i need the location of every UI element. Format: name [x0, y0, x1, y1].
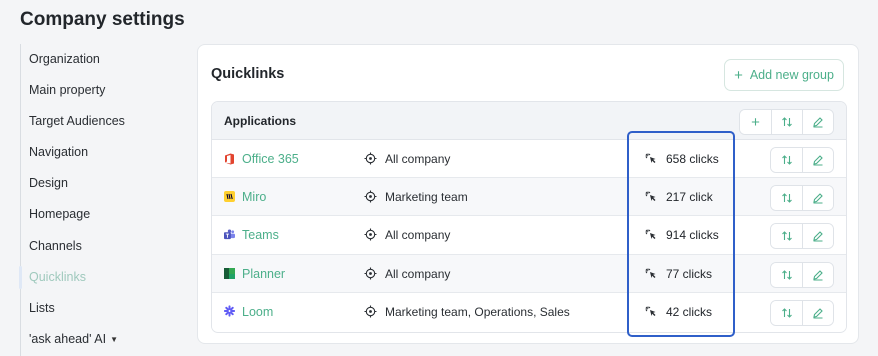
click-count: 658 clicks [666, 152, 719, 166]
edit-group-button[interactable] [802, 110, 833, 134]
pencil-icon [813, 193, 823, 204]
add-group-label: Add new group [749, 68, 834, 82]
sidebar-item-homepage[interactable]: Homepage [21, 199, 170, 230]
sidebar-item-ask-ahead-ai[interactable]: 'ask ahead' AI ▼ [21, 324, 170, 355]
sidebar-item-navigation[interactable]: Navigation [21, 137, 170, 168]
sort-arrows-icon [781, 269, 792, 280]
sidebar-item-label: Main property [29, 83, 106, 98]
add-link-button[interactable]: + [740, 110, 771, 134]
reorder-link-button[interactable] [771, 300, 802, 325]
target-icon [364, 267, 377, 280]
row-actions [770, 147, 834, 173]
click-icon [645, 229, 656, 240]
teams-icon [224, 229, 235, 240]
table-row: Office 365 All company 658 clicks [212, 140, 846, 179]
sidebar-item-quicklinks[interactable]: Quicklinks [19, 262, 170, 293]
group-actions: + [739, 109, 834, 135]
click-icon [645, 268, 656, 278]
reorder-group-button[interactable] [771, 110, 802, 134]
sidebar-item-label: Channels [29, 238, 82, 253]
sort-arrows-icon [782, 117, 792, 127]
group-header: Applications + [212, 102, 846, 140]
pencil-icon [813, 307, 823, 319]
app-link[interactable]: Office 365 [242, 152, 299, 166]
add-new-group-button[interactable]: + Add new group [724, 59, 844, 91]
sidebar-item-main-property[interactable]: Main property [21, 75, 170, 106]
click-count: 914 clicks [666, 228, 719, 243]
sidebar-item-design[interactable]: Design [21, 168, 170, 199]
audience-label: Marketing team, Operations, Sales [385, 304, 570, 319]
app-link[interactable]: Miro [242, 190, 266, 204]
row-actions [770, 299, 834, 326]
sidebar-item-organization[interactable]: Organization [21, 44, 170, 75]
quicklinks-group-table: Applications + Office 365 All company 65… [211, 101, 847, 333]
click-count: 42 clicks [666, 304, 713, 319]
click-icon [645, 153, 656, 163]
table-row: Miro Marketing team 217 click [212, 178, 846, 217]
click-count: 217 click [666, 190, 713, 205]
table-row: Loom Marketing team, Operations, Sales 4… [212, 292, 846, 331]
plus-icon: + [751, 113, 760, 131]
edit-link-button[interactable] [802, 186, 833, 211]
reorder-link-button[interactable] [771, 148, 802, 172]
click-count: 77 clicks [666, 266, 713, 281]
reorder-link-button[interactable] [771, 186, 802, 211]
sidebar-item-label: Organization [29, 52, 100, 66]
pencil-icon [813, 155, 823, 166]
app-link[interactable]: Loom [242, 305, 273, 319]
pencil-icon [813, 117, 823, 128]
miro-icon [224, 191, 235, 203]
group-name: Applications [224, 114, 297, 128]
quicklinks-title: Quicklinks [211, 66, 285, 82]
loom-icon [224, 305, 235, 317]
app-link[interactable]: Teams [242, 228, 279, 242]
target-icon [364, 228, 377, 241]
audience-label: Marketing team [385, 190, 468, 205]
edit-link-button[interactable] [802, 300, 833, 325]
sidebar-item-target-audiences[interactable]: Target Audiences [21, 106, 170, 137]
audience-label: All company [385, 228, 451, 243]
sidebar-item-lists[interactable]: Lists [21, 293, 170, 324]
sidebar-item-label: Target Audiences [29, 114, 125, 129]
target-icon [364, 152, 377, 165]
sort-arrows-icon [781, 231, 792, 242]
settings-sidebar: Organization Main property Target Audien… [19, 44, 170, 356]
sidebar-item-label: Design [29, 176, 68, 191]
row-actions [770, 223, 834, 250]
caret-down-icon: ▼ [110, 335, 118, 345]
table-row: Planner All company 77 clicks [212, 254, 846, 293]
reorder-link-button[interactable] [771, 224, 802, 249]
sidebar-item-label: Navigation [29, 145, 89, 160]
audience-label: All company [385, 152, 451, 166]
planner-icon [224, 267, 235, 279]
click-icon [645, 191, 656, 202]
edit-link-button[interactable] [802, 148, 833, 172]
plus-icon: + [734, 66, 743, 84]
edit-link-button[interactable] [802, 224, 833, 249]
page-title: Company settings [20, 9, 185, 30]
quicklinks-card: Quicklinks + Add new group Applications … [197, 44, 859, 344]
row-actions [770, 261, 834, 288]
target-icon [364, 190, 377, 203]
sidebar-item-label: 'ask ahead' AI [29, 331, 107, 346]
edit-link-button[interactable] [802, 262, 833, 287]
sort-arrows-icon [781, 193, 792, 203]
office365-icon [224, 153, 235, 164]
table-row: Teams All company 914 clicks [212, 216, 846, 255]
app-link[interactable]: Planner [242, 267, 285, 281]
sidebar-item-label: Homepage [29, 207, 91, 222]
sort-arrows-icon [781, 307, 792, 318]
pencil-icon [813, 231, 823, 242]
pencil-icon [813, 269, 823, 281]
target-icon [364, 305, 377, 318]
audience-label: All company [385, 266, 451, 281]
reorder-link-button[interactable] [771, 262, 802, 287]
sidebar-item-label: Lists [29, 300, 55, 315]
sidebar-item-channels[interactable]: Channels [21, 231, 170, 262]
click-icon [645, 306, 656, 316]
row-actions [770, 185, 834, 212]
group-rows: Office 365 All company 658 clicks Miro M… [212, 140, 846, 331]
sidebar-item-label: Quicklinks [29, 269, 86, 284]
sort-arrows-icon [781, 155, 792, 165]
